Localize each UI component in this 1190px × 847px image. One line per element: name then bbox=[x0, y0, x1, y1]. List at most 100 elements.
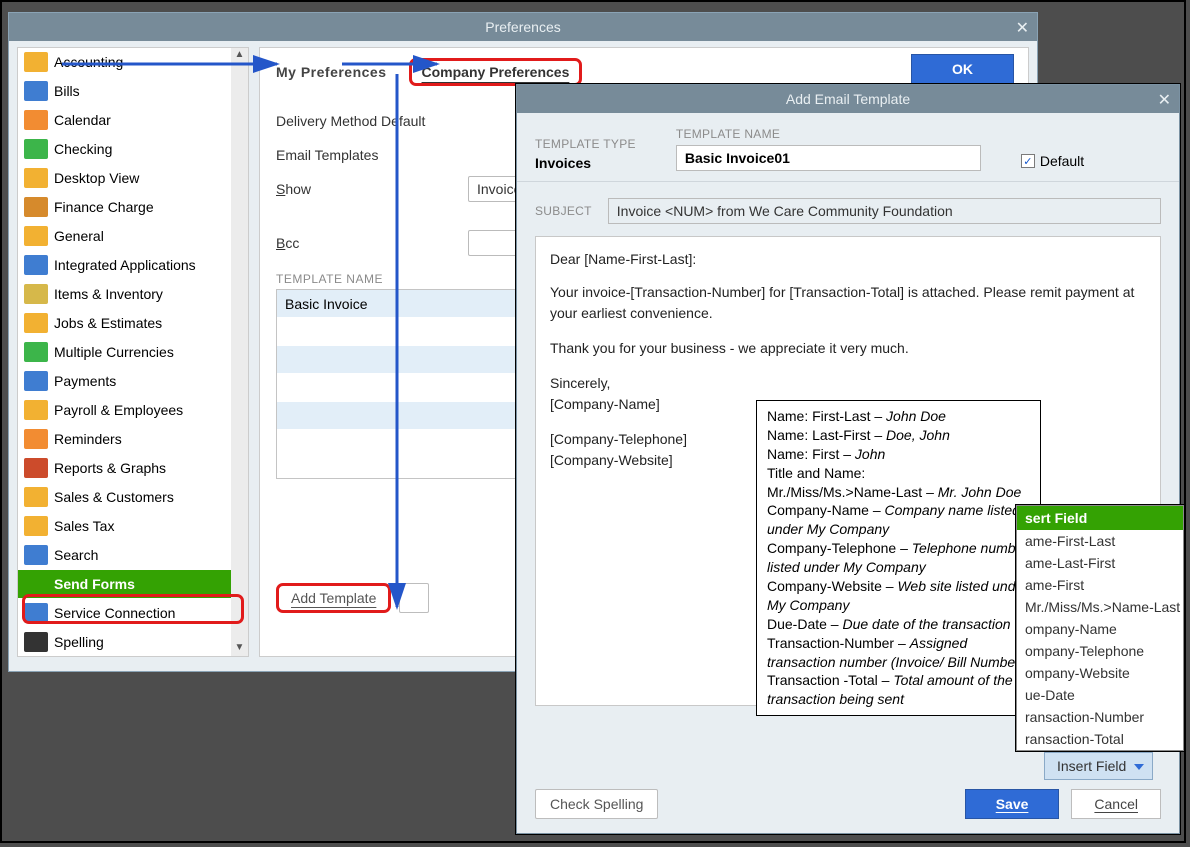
sidebar-item-search[interactable]: Search bbox=[18, 541, 233, 570]
sidebar-item-label: Jobs & Estimates bbox=[54, 315, 162, 331]
sidebar-item-calendar[interactable]: Calendar bbox=[18, 106, 233, 135]
sidebar-icon bbox=[24, 632, 48, 652]
subject-input[interactable]: Invoice <NUM> from We Care Community Fou… bbox=[608, 198, 1161, 224]
definition-line: Title and Name: bbox=[767, 464, 1030, 483]
insert-menu-header: sert Field bbox=[1017, 506, 1183, 530]
sidebar-item-payroll-employees[interactable]: Payroll & Employees bbox=[18, 396, 233, 425]
sidebar-icon bbox=[24, 574, 48, 594]
sidebar-item-spelling[interactable]: Spelling bbox=[18, 628, 233, 656]
close-icon[interactable]: ✕ bbox=[1016, 18, 1029, 38]
default-checkbox[interactable]: ✓ Default bbox=[1021, 153, 1084, 169]
sidebar-item-multiple-currencies[interactable]: Multiple Currencies bbox=[18, 338, 233, 367]
sidebar-item-general[interactable]: General bbox=[18, 222, 233, 251]
definition-line: Name: First – John bbox=[767, 445, 1030, 464]
sidebar-icon bbox=[24, 81, 48, 101]
bcc-label: Bcc bbox=[276, 235, 456, 251]
body-dear: Dear [Name-First-Last]: bbox=[550, 249, 1146, 270]
sidebar-item-label: Spelling bbox=[54, 634, 104, 650]
close-icon[interactable]: ✕ bbox=[1158, 90, 1171, 110]
scroll-down-icon[interactable]: ▼ bbox=[232, 641, 247, 656]
sidebar-item-sales-tax[interactable]: Sales Tax bbox=[18, 512, 233, 541]
insert-menu-item[interactable]: ompany-Telephone bbox=[1017, 640, 1183, 662]
definition-line: Company-Website – Web site listed under … bbox=[767, 577, 1030, 615]
insert-field-button[interactable]: Insert Field bbox=[1044, 752, 1153, 780]
check-spelling-button[interactable]: Check Spelling bbox=[535, 789, 658, 819]
ok-button[interactable]: OK bbox=[911, 54, 1014, 84]
sidebar-item-desktop-view[interactable]: Desktop View bbox=[18, 164, 233, 193]
add-template-button[interactable]: Add Template bbox=[276, 583, 391, 613]
insert-menu-item[interactable]: ue-Date bbox=[1017, 684, 1183, 706]
scroll-up-icon[interactable]: ▲ bbox=[232, 48, 247, 63]
sidebar-item-reports-graphs[interactable]: Reports & Graphs bbox=[18, 454, 233, 483]
template-type-value: Invoices bbox=[535, 155, 636, 171]
sidebar-item-checking[interactable]: Checking bbox=[18, 135, 233, 164]
sidebar-item-jobs-estimates[interactable]: Jobs & Estimates bbox=[18, 309, 233, 338]
subject-label: SUBJECT bbox=[535, 204, 592, 218]
sidebar-item-label: Bills bbox=[54, 83, 80, 99]
sidebar-item-label: Payroll & Employees bbox=[54, 402, 183, 418]
sidebar-item-accounting[interactable]: Accounting bbox=[18, 48, 233, 77]
sidebar-item-label: Accounting bbox=[54, 54, 123, 70]
definition-line: Company-Name – Company name listed under… bbox=[767, 501, 1030, 539]
tab-company-preferences[interactable]: Company Preferences bbox=[409, 58, 583, 86]
sidebar-item-label: Multiple Currencies bbox=[54, 344, 174, 360]
sidebar-item-finance-charge[interactable]: Finance Charge bbox=[18, 193, 233, 222]
sidebar-item-label: Finance Charge bbox=[54, 199, 154, 215]
sidebar-item-send-forms[interactable]: Send Forms bbox=[18, 570, 233, 599]
insert-menu-item[interactable]: ompany-Website bbox=[1017, 662, 1183, 684]
insert-menu-item[interactable]: ame-First bbox=[1017, 574, 1183, 596]
template-name-input[interactable] bbox=[676, 145, 981, 171]
chevron-down-icon bbox=[1134, 764, 1144, 770]
definition-line: Transaction -Total – Total amount of the… bbox=[767, 671, 1030, 709]
sidebar-icon bbox=[24, 52, 48, 72]
sidebar-item-bills[interactable]: Bills bbox=[18, 77, 233, 106]
sidebar-icon bbox=[24, 197, 48, 217]
sidebar-icon bbox=[24, 139, 48, 159]
field-definitions-tooltip: Name: First-Last – John DoeName: Last-Fi… bbox=[756, 400, 1041, 716]
insert-menu-item[interactable]: ransaction-Total bbox=[1017, 728, 1183, 750]
sidebar-icon bbox=[24, 458, 48, 478]
insert-menu-item[interactable]: ame-Last-First bbox=[1017, 552, 1183, 574]
sidebar-scrollbar[interactable]: ▲ ▼ bbox=[231, 48, 248, 656]
sidebar-item-payments[interactable]: Payments bbox=[18, 367, 233, 396]
definition-line: Transaction-Number – Assigned transactio… bbox=[767, 634, 1030, 672]
insert-menu-item[interactable]: ompany-Name bbox=[1017, 618, 1183, 640]
sidebar-icon bbox=[24, 255, 48, 275]
aet-title: Add Email Template bbox=[786, 91, 910, 107]
default-label: Default bbox=[1040, 153, 1084, 169]
insert-field-menu[interactable]: sert Fieldame-First-Lastame-Last-Firstam… bbox=[1016, 505, 1184, 751]
insert-menu-item[interactable]: ransaction-Number bbox=[1017, 706, 1183, 728]
preferences-sidebar: Accounting Bills Calendar Checking Desktop V… bbox=[17, 47, 249, 657]
sidebar-item-label: Reports & Graphs bbox=[54, 460, 166, 476]
sidebar-item-service-connection[interactable]: Service Connection bbox=[18, 599, 233, 628]
sidebar-item-label: Desktop View bbox=[54, 170, 139, 186]
sidebar-item-label: Sales Tax bbox=[54, 518, 114, 534]
sidebar-item-label: Integrated Applications bbox=[54, 257, 196, 273]
tab-my-preferences[interactable]: My Preferences bbox=[276, 64, 387, 80]
definition-line: Mr./Miss/Ms.>Name-Last – Mr. John Doe bbox=[767, 483, 1030, 502]
save-button[interactable]: Save bbox=[965, 789, 1060, 819]
cancel-button[interactable]: Cancel bbox=[1071, 789, 1161, 819]
definition-line: Name: First-Last – John Doe bbox=[767, 407, 1030, 426]
sidebar-icon bbox=[24, 400, 48, 420]
body-closing: Sincerely, bbox=[550, 373, 1146, 394]
definition-line: Name: Last-First – Doe, John bbox=[767, 426, 1030, 445]
sidebar-item-label: Sales & Customers bbox=[54, 489, 174, 505]
insert-menu-item[interactable]: Mr./Miss/Ms.>Name-Last bbox=[1017, 596, 1183, 618]
sidebar-item-label: Calendar bbox=[54, 112, 111, 128]
more-templates-button[interactable] bbox=[399, 583, 429, 613]
sidebar-item-sales-customers[interactable]: Sales & Customers bbox=[18, 483, 233, 512]
sidebar-item-reminders[interactable]: Reminders bbox=[18, 425, 233, 454]
sidebar-icon bbox=[24, 487, 48, 507]
aet-titlebar: Add Email Template ✕ bbox=[517, 85, 1179, 113]
sidebar-icon bbox=[24, 110, 48, 130]
sidebar-item-integrated-applications[interactable]: Integrated Applications bbox=[18, 251, 233, 280]
template-name-label: TEMPLATE NAME bbox=[676, 127, 981, 141]
insert-menu-item[interactable]: ame-First-Last bbox=[1017, 530, 1183, 552]
preferences-title: Preferences bbox=[485, 19, 560, 35]
sidebar-item-label: Checking bbox=[54, 141, 112, 157]
sidebar-item-items-inventory[interactable]: Items & Inventory bbox=[18, 280, 233, 309]
sidebar-item-label: General bbox=[54, 228, 104, 244]
definition-line: Company-Telephone – Telephone number lis… bbox=[767, 539, 1030, 577]
template-type-label: TEMPLATE TYPE bbox=[535, 137, 636, 151]
